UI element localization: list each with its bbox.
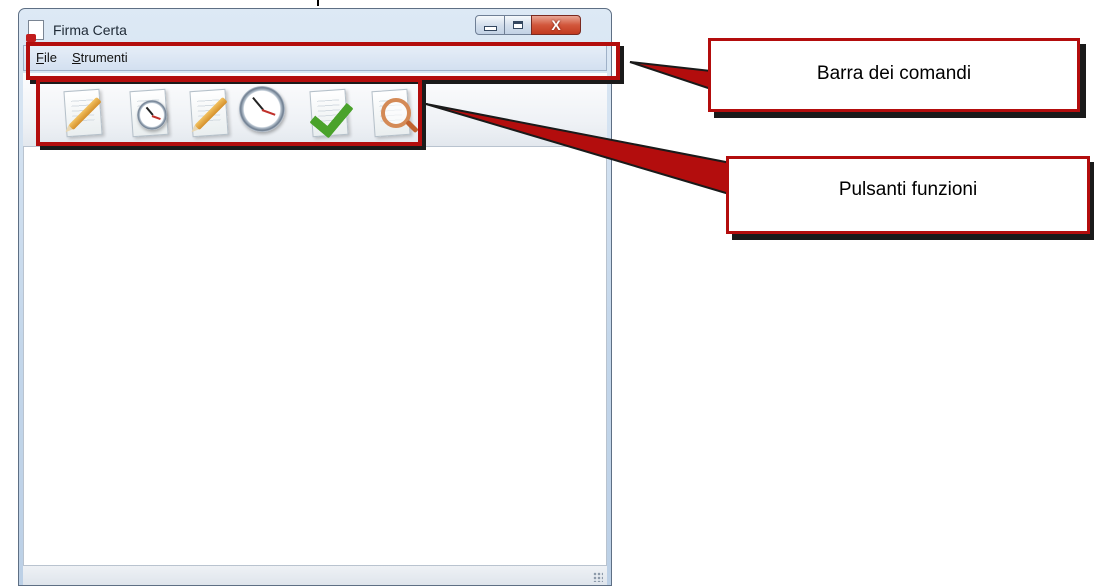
callout-function-buttons: Pulsanti funzioni [726,156,1090,234]
callout-function-buttons-text: Pulsanti funzioni [838,179,978,200]
callout-command-bar: Barra dei comandi [708,38,1080,112]
callout-command-bar-text: Barra dei comandi [816,63,972,84]
leader-command-bar [629,61,721,94]
leader-function-buttons [425,103,737,198]
